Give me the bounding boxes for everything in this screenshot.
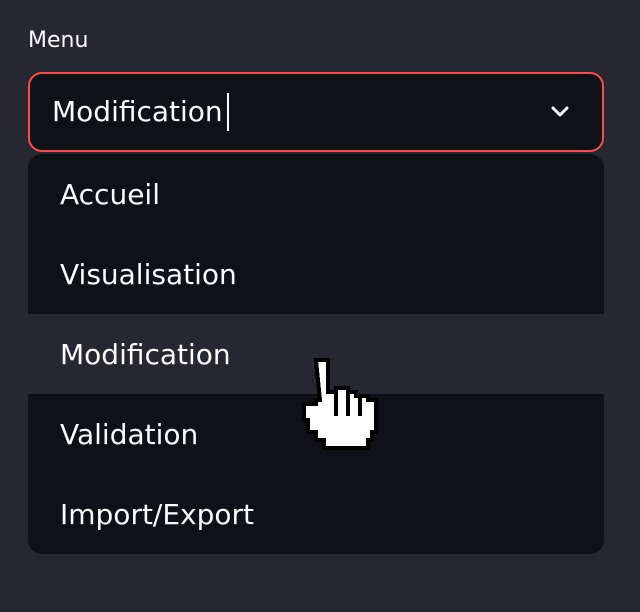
menu-dropdown: Accueil Visualisation Modification Valid… bbox=[28, 154, 604, 554]
menu-option-import-export[interactable]: Import/Export bbox=[28, 474, 604, 554]
menu-label: Menu bbox=[28, 28, 89, 53]
menu-option-visualisation[interactable]: Visualisation bbox=[28, 234, 604, 314]
menu-select-value[interactable]: Modification bbox=[52, 92, 223, 132]
hand-pointer-icon bbox=[302, 358, 378, 450]
chevron-down-icon[interactable] bbox=[548, 100, 572, 124]
page: Menu Modification Accueil Visualisation … bbox=[0, 0, 640, 612]
menu-option-accueil[interactable]: Accueil bbox=[28, 154, 604, 234]
menu-select[interactable]: Modification bbox=[28, 72, 604, 152]
text-caret bbox=[226, 93, 229, 131]
